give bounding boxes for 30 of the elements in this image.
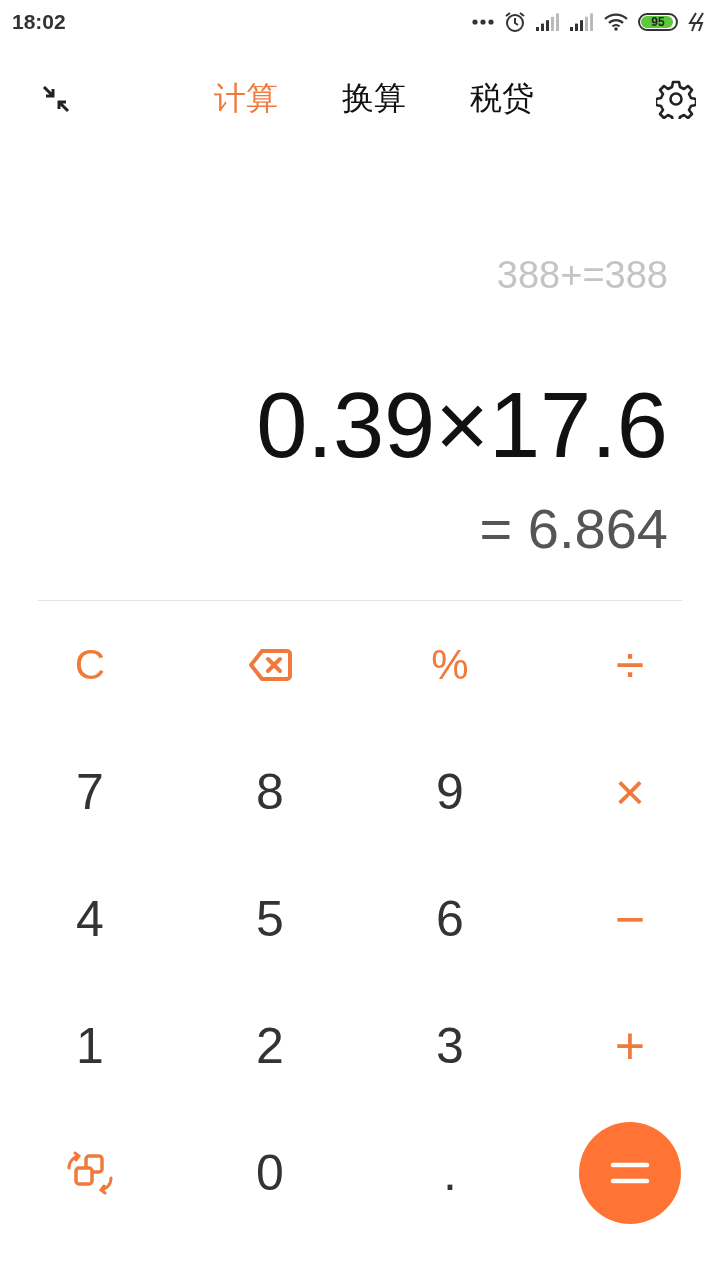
history-expression: 388+=388 (496, 254, 668, 297)
current-expression: 0.39×17.6 (256, 379, 668, 471)
digit-key[interactable]: 8 (256, 766, 284, 817)
signal-icon (536, 13, 560, 31)
digit-key[interactable]: . (443, 1147, 457, 1198)
digit-key[interactable]: 9 (436, 766, 464, 817)
mode-tab[interactable]: 税贷 (470, 77, 534, 121)
backspace-button[interactable] (248, 647, 292, 682)
digit-key[interactable]: 7 (76, 766, 104, 817)
wifi-icon (604, 13, 628, 31)
mode-tab[interactable]: 换算 (342, 77, 406, 121)
digit-key[interactable]: 4 (76, 893, 104, 944)
signal-icon (570, 13, 594, 31)
status-time: 18:02 (12, 10, 66, 34)
collapse-icon (40, 83, 72, 115)
alarm-icon (504, 11, 526, 33)
more-icon (472, 19, 494, 25)
collapse-button[interactable] (40, 83, 72, 115)
digit-key[interactable]: 1 (76, 1020, 104, 1071)
digit-key[interactable]: 6 (436, 893, 464, 944)
digit-key[interactable]: 0 (256, 1147, 284, 1198)
digit-key[interactable]: 5 (256, 893, 284, 944)
digit-key[interactable]: 2 (256, 1020, 284, 1071)
backspace-icon (248, 647, 292, 682)
digit-key[interactable]: 3 (436, 1020, 464, 1071)
equals-icon (610, 1161, 650, 1184)
result-preview: = 6.864 (479, 501, 668, 557)
settings-icon (656, 79, 696, 119)
settings-button[interactable] (656, 79, 696, 119)
battery-percent: 95 (651, 15, 665, 29)
